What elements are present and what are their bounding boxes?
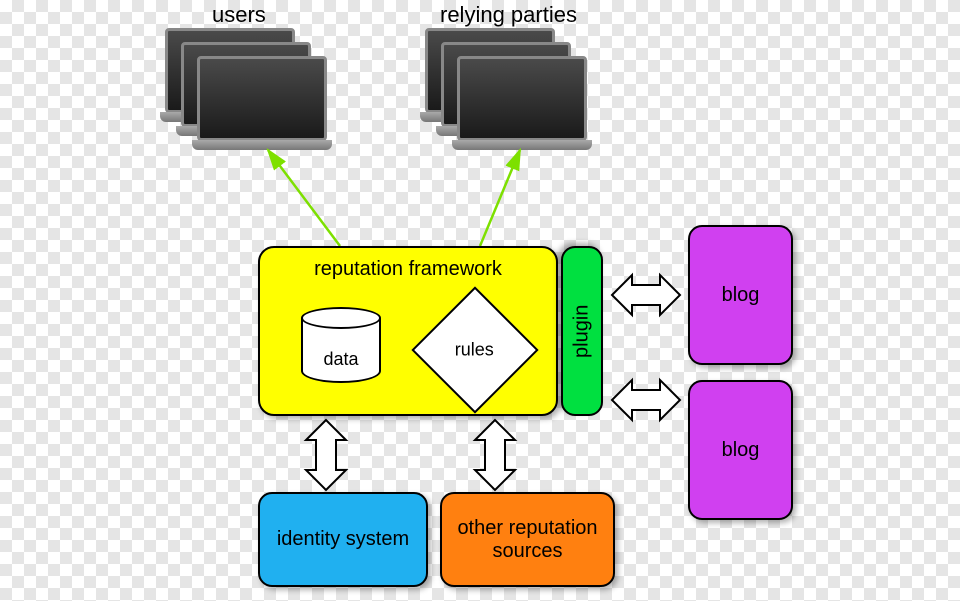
rules-label: rules (455, 339, 494, 360)
framework-title: reputation framework (274, 258, 542, 281)
identity-label: identity system (277, 528, 409, 551)
identity-system-box: identity system (258, 492, 428, 587)
blog-label-2: blog (722, 439, 760, 462)
other-sources-label: other reputation sources (446, 517, 609, 563)
blog-label-1: blog (722, 284, 760, 307)
blog-box-2: blog (688, 380, 793, 520)
rules-diamond-icon: rules (411, 286, 538, 413)
blog-box-1: blog (688, 225, 793, 365)
data-label: data (296, 349, 386, 370)
other-sources-box: other reputation sources (440, 492, 615, 587)
plugin-box: plugin (561, 246, 603, 416)
data-cylinder-icon: data (296, 307, 386, 392)
plugin-label: plugin (571, 304, 594, 357)
reputation-framework-box: reputation framework data rules (258, 246, 558, 416)
